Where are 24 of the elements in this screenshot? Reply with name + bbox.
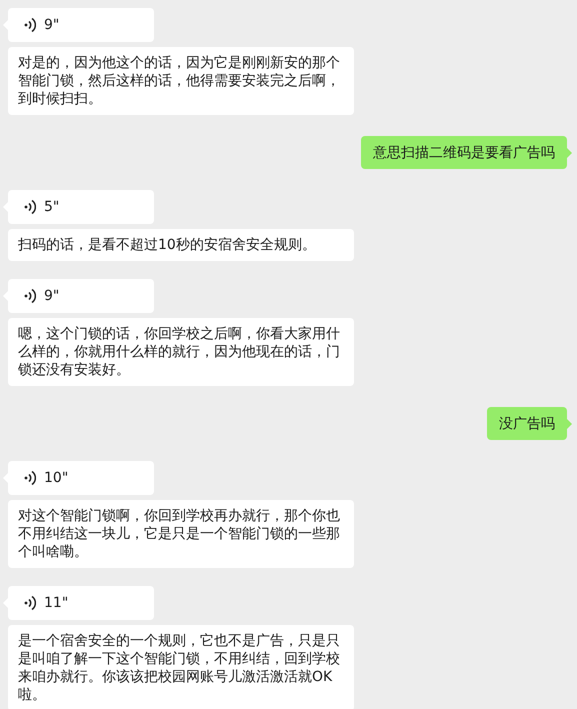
voice-message[interactable]: 5" [8,190,154,224]
bubble-tail [567,148,572,158]
voice-message[interactable]: 11" [8,586,154,620]
sent-message: 没广告吗 [487,407,567,440]
voice-duration: 9" [44,288,60,304]
bubble-tail [567,418,572,428]
voice-duration: 11" [44,595,68,611]
sent-message: 意思扫描二维码是要看广告吗 [361,136,567,169]
voice-transcript: 嗯，这个门锁的话，你回学校之后啊，你看大家用什么样的，你就用什么样的就行，因为他现在的话，门锁还没有安装好。 [8,318,354,386]
voice-wave-icon [24,17,36,33]
voice-message[interactable]: 9" [8,279,154,313]
voice-transcript: 对这个智能门锁啊，你回到学校再办就行，那个你也不用纠结这一块儿，它是只是一个智能门锁的一些那个叫啥嘞。 [8,500,354,568]
voice-duration: 9" [44,17,60,33]
voice-transcript: 是一个宿舍安全的一个规则，它也不是广告，只是只是叫咱了解一下这个智能门锁，不用纠结，回到学校来咱办就行。你该该把校园网账号儿激活激活就OK啦。 [8,625,354,709]
voice-wave-icon [24,470,36,486]
voice-duration: 10" [44,470,68,486]
voice-duration: 5" [44,199,60,215]
voice-wave-icon [24,199,36,215]
voice-wave-icon [24,288,36,304]
voice-transcript: 对是的，因为他这个的话，因为它是刚刚新安的那个智能门锁，然后这样的话，他得需要安装完之后啊，到时候扫扫。 [8,47,354,115]
voice-transcript: 扫码的话，是看不超过10秒的安宿舍安全规则。 [8,229,354,261]
voice-message[interactable]: 10" [8,461,154,495]
voice-message[interactable]: 9" [8,8,154,42]
voice-wave-icon [24,595,36,611]
